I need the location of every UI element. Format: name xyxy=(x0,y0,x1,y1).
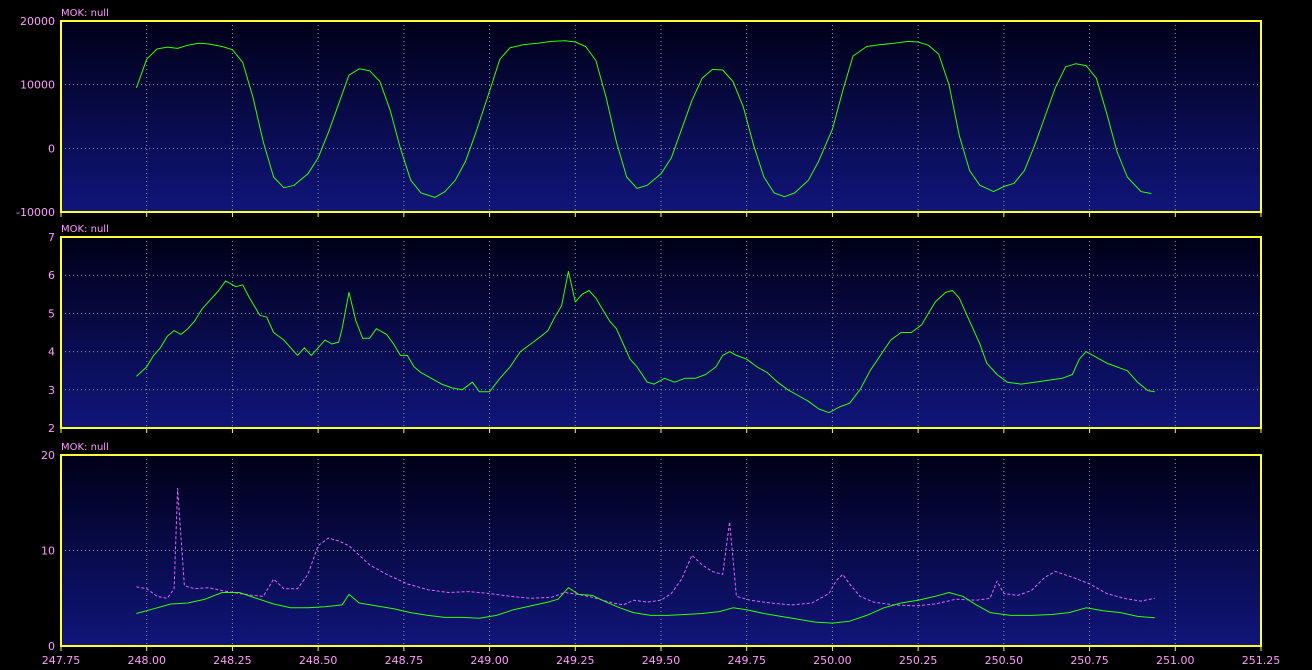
x-tick-label: 249.00 xyxy=(470,654,509,667)
y-tick-label: 7 xyxy=(48,231,55,244)
x-tick-label: 251.25 xyxy=(1242,654,1281,667)
chart-panel-2: 7 6 5 4 3 2 MOK: null xyxy=(48,224,1262,435)
y-tick-label: 5 xyxy=(48,307,55,320)
chart-panels: 20000 10000 0 -10000 MOK: null 7 6 5 4 3 2 MOK: nul… xyxy=(16,8,1280,667)
status-label: MOK: null xyxy=(61,224,109,235)
x-tick-label: 247.75 xyxy=(42,654,81,667)
x-tick-label: 249.25 xyxy=(556,654,595,667)
x-tick-label: 250.00 xyxy=(813,654,852,667)
x-tick-label: 250.50 xyxy=(985,654,1024,667)
chart-stage: 20000 10000 0 -10000 MOK: null 7 6 5 4 3 2 MOK: nul… xyxy=(16,8,1280,667)
y-tick-label: -10000 xyxy=(16,206,55,219)
x-tick-label: 249.50 xyxy=(642,654,681,667)
x-tick-label: 251.00 xyxy=(1156,654,1195,667)
y-tick-label: 3 xyxy=(48,384,55,397)
y-tick-label: 6 xyxy=(48,269,55,282)
x-tick-label: 248.25 xyxy=(213,654,252,667)
y-tick-label: 0 xyxy=(48,142,55,155)
x-tick-label: 248.00 xyxy=(127,654,166,667)
chart-panel-1: 20000 10000 0 -10000 MOK: null xyxy=(16,8,1262,219)
y-tick-label: 10 xyxy=(41,545,55,558)
x-tick-label: 249.75 xyxy=(727,654,766,667)
y-tick-label: 20 xyxy=(41,449,55,462)
x-tick-label: 250.75 xyxy=(1070,654,1109,667)
y-tick-label: 20000 xyxy=(20,15,55,28)
y-tick-label: 4 xyxy=(48,346,55,359)
x-tick-label: 248.50 xyxy=(299,654,338,667)
y-tick-label: 10000 xyxy=(20,79,55,92)
x-tick-label: 248.75 xyxy=(385,654,424,667)
chart-panel-3: 20 10 0247.75 248.00 248.25 248.50 248.75 249.0… xyxy=(41,442,1280,667)
status-label: MOK: null xyxy=(61,442,109,453)
status-label: MOK: null xyxy=(61,8,109,19)
x-tick-label: 250.25 xyxy=(899,654,938,667)
y-tick-label: 2 xyxy=(48,422,55,435)
y-tick-label: 0 xyxy=(48,640,55,653)
